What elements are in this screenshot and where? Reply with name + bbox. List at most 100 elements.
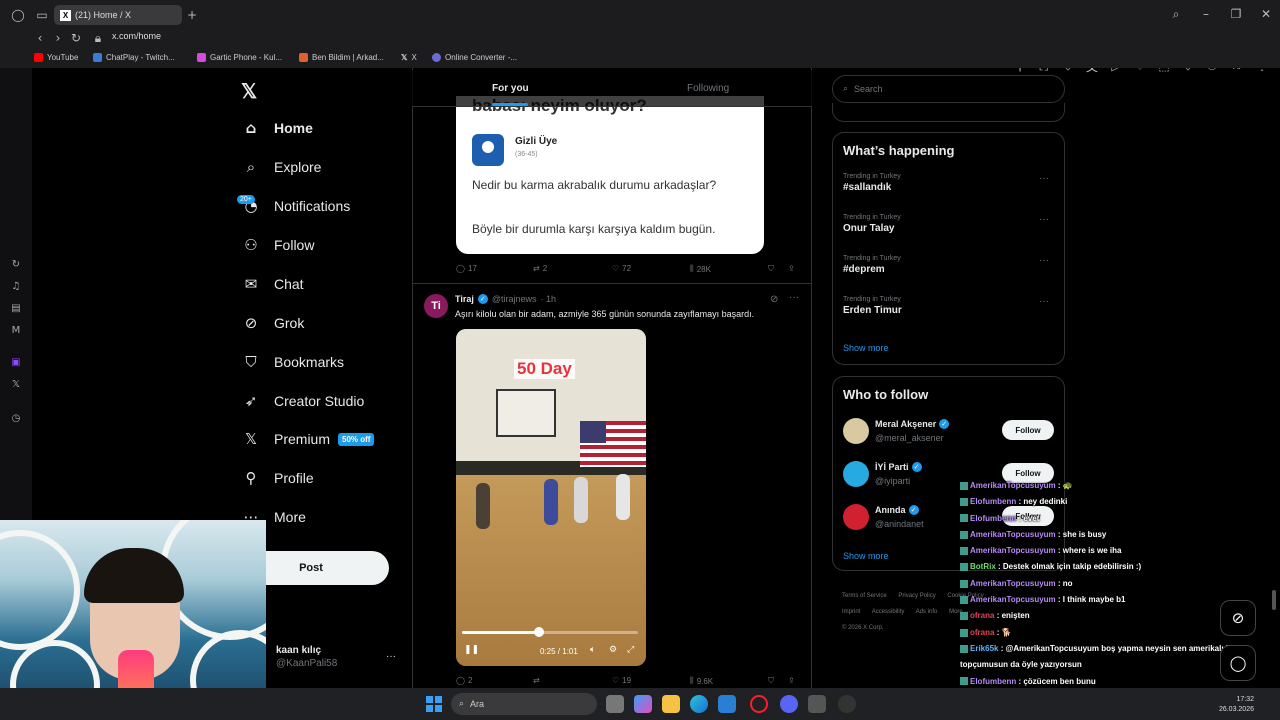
tab-for-you[interactable]: For you bbox=[492, 83, 529, 94]
like-button[interactable]: ♡ 72 bbox=[612, 264, 631, 273]
clock-icon[interactable]: ◷ bbox=[10, 412, 22, 424]
avatar[interactable] bbox=[843, 461, 869, 487]
follow-suggestion[interactable]: Meral Akşener ✓ @meral_aksener Follow bbox=[843, 418, 1055, 448]
taskbar-search[interactable]: ⌕ Ara bbox=[451, 693, 597, 715]
sidebar-item-profile[interactable]: ⚲ Profile bbox=[242, 469, 314, 487]
system-clock[interactable]: 17:32 26.03.2026 bbox=[1219, 695, 1254, 715]
bookmark-youtube[interactable]: YouTube bbox=[34, 53, 78, 62]
trend-more-icon[interactable]: ··· bbox=[1039, 214, 1049, 225]
sidebar-item-explore[interactable]: ⌕ Explore bbox=[242, 158, 322, 176]
bookmark-post-button[interactable]: ⛉ bbox=[768, 264, 774, 274]
volume-icon[interactable]: 🔈︎ bbox=[590, 645, 595, 655]
views-button[interactable]: ⫼ 28K bbox=[690, 264, 711, 274]
x-rail-icon[interactable]: 𝕏 bbox=[10, 378, 22, 390]
pinboard-icon[interactable]: ▤ bbox=[10, 302, 22, 314]
bookmark-gartic[interactable]: Gartic Phone - Kul... bbox=[197, 53, 282, 62]
tweet-handle[interactable]: @tirajnews bbox=[492, 294, 537, 304]
trend-more-icon[interactable]: ··· bbox=[1039, 255, 1049, 266]
edge-icon[interactable] bbox=[690, 695, 708, 713]
maximize-icon[interactable]: ❐ bbox=[1228, 6, 1244, 22]
url-field[interactable]: x.com/home bbox=[112, 31, 161, 41]
tweet-author[interactable]: Tiraj bbox=[455, 294, 474, 304]
mail-rail-icon[interactable]: M bbox=[10, 324, 22, 336]
trend-item[interactable]: Trending in Turkey #sallandık ··· bbox=[843, 173, 1055, 203]
video-progress-bar[interactable] bbox=[462, 627, 638, 637]
avatar[interactable] bbox=[843, 504, 869, 530]
copilot-icon[interactable] bbox=[634, 695, 652, 713]
browser-tab[interactable]: X (21) Home / X bbox=[54, 5, 182, 25]
like-button[interactable]: ♡ 19 bbox=[612, 676, 631, 685]
minimize-icon[interactable]: – bbox=[1198, 6, 1214, 22]
bookmark-chatplay[interactable]: ChatPlay - Twitch... bbox=[93, 53, 175, 62]
sidebar-item-bookmarks[interactable]: ⛉ Bookmarks bbox=[242, 353, 344, 371]
back-icon[interactable]: ‹ bbox=[32, 30, 48, 46]
footer-link[interactable]: Ads info bbox=[916, 609, 938, 615]
opera-taskbar-icon[interactable] bbox=[750, 695, 768, 713]
search-box[interactable]: ⌕ bbox=[832, 75, 1065, 103]
sidebar-item-home[interactable]: ⌂ Home bbox=[242, 119, 313, 137]
footer-link[interactable]: Imprint bbox=[842, 609, 860, 615]
bookmark-post-button[interactable]: ⛉ bbox=[768, 676, 774, 686]
tweet-more-icon[interactable]: ··· bbox=[789, 292, 799, 303]
sidebar-item-follow[interactable]: ⚇ Follow bbox=[242, 236, 314, 254]
reload-icon[interactable]: ↻ bbox=[68, 30, 84, 46]
views-button[interactable]: ⫼ 9.6K bbox=[690, 676, 713, 686]
bookmark-online-converter[interactable]: Online Converter -... bbox=[432, 53, 517, 62]
show-more-link[interactable]: Show more bbox=[843, 551, 889, 561]
forward-icon[interactable]: › bbox=[50, 30, 66, 46]
trend-item[interactable]: Trending in Turkey Erden Timur ··· bbox=[843, 296, 1055, 326]
fullscreen-icon[interactable]: ⤢ bbox=[627, 645, 634, 655]
trend-more-icon[interactable]: ··· bbox=[1039, 296, 1049, 307]
trend-item[interactable]: Trending in Turkey Onur Talay ··· bbox=[843, 214, 1055, 244]
avatar[interactable] bbox=[843, 418, 869, 444]
trend-more-icon[interactable]: ··· bbox=[1039, 173, 1049, 184]
footer-link[interactable]: Terms of Service bbox=[842, 593, 887, 599]
twitch-icon[interactable]: ▣ bbox=[10, 356, 22, 368]
messages-floating-button[interactable]: ◯ bbox=[1220, 645, 1256, 681]
reply-button[interactable]: ◯ 2 bbox=[456, 676, 472, 685]
tweet-time[interactable]: · 1h bbox=[541, 294, 557, 304]
tweet-avatar[interactable]: Ti bbox=[424, 294, 448, 318]
settings-icon[interactable]: ⚙ bbox=[609, 645, 617, 655]
tab-overview-icon[interactable]: ▭ bbox=[34, 7, 50, 23]
account-more-icon[interactable]: ··· bbox=[386, 651, 396, 662]
x-logo-icon[interactable]: 𝕏 bbox=[241, 79, 257, 104]
share-button[interactable]: ⇪ bbox=[788, 676, 795, 685]
tab-following[interactable]: Following bbox=[687, 83, 729, 94]
sidebar-item-grok[interactable]: ⊘ Grok bbox=[242, 314, 305, 332]
file-explorer-icon[interactable] bbox=[662, 695, 680, 713]
grok-explain-icon[interactable]: ⊘ bbox=[770, 294, 778, 305]
scrollbar[interactable] bbox=[1272, 590, 1276, 610]
trend-item[interactable]: Trending in Turkey #deprem ··· bbox=[843, 255, 1055, 285]
repost-button[interactable]: ⇄ 2 bbox=[533, 264, 547, 273]
sidebar-item-notifications[interactable]: ◔ Notifications bbox=[242, 197, 350, 215]
task-view-icon[interactable] bbox=[606, 695, 624, 713]
sidebar-item-premium[interactable]: 𝕏 Premium bbox=[242, 430, 330, 448]
discord-icon[interactable] bbox=[780, 695, 798, 713]
opera-logo-icon[interactable]: ◯ bbox=[10, 7, 26, 23]
reply-button[interactable]: ◯ 17 bbox=[456, 264, 477, 273]
bookmark-benbildim[interactable]: Ben Bildim | Arkad... bbox=[299, 53, 384, 62]
sidebar-item-chat[interactable]: ✉ Chat bbox=[242, 275, 304, 293]
footer-link[interactable]: Accessibility bbox=[872, 609, 905, 615]
bookmark-x[interactable]: 𝕏X bbox=[401, 53, 417, 62]
player-icon[interactable]: ♫ bbox=[10, 280, 22, 292]
obs-icon[interactable] bbox=[838, 695, 856, 713]
repost-button[interactable]: ⇄ bbox=[533, 676, 543, 685]
grok-floating-button[interactable]: ⊘ bbox=[1220, 600, 1256, 636]
history-icon[interactable]: ↻ bbox=[10, 258, 22, 270]
pause-icon[interactable]: ❚❚ bbox=[464, 645, 479, 655]
show-more-link[interactable]: Show more bbox=[843, 343, 889, 353]
share-button[interactable]: ⇪ bbox=[788, 264, 795, 273]
search-tabs-icon[interactable]: ⌕ bbox=[1168, 6, 1184, 22]
video-player[interactable]: 50 Day ❚❚ 0:25 / 1:01 🔈︎ ⚙ ⤢ bbox=[456, 329, 646, 666]
app-icon[interactable] bbox=[808, 695, 826, 713]
close-icon[interactable]: ✕ bbox=[1258, 6, 1274, 22]
search-input[interactable] bbox=[854, 84, 1045, 94]
follow-button[interactable]: Follow bbox=[1002, 420, 1054, 440]
sidebar-item-creator-studio[interactable]: ➶ Creator Studio bbox=[242, 392, 365, 410]
account-switcher[interactable]: kaan kılıç @KaanPali58 bbox=[276, 645, 337, 669]
store-icon[interactable] bbox=[718, 695, 736, 713]
windows-start-icon[interactable] bbox=[426, 696, 442, 712]
footer-link[interactable]: Privacy Policy bbox=[898, 593, 935, 599]
